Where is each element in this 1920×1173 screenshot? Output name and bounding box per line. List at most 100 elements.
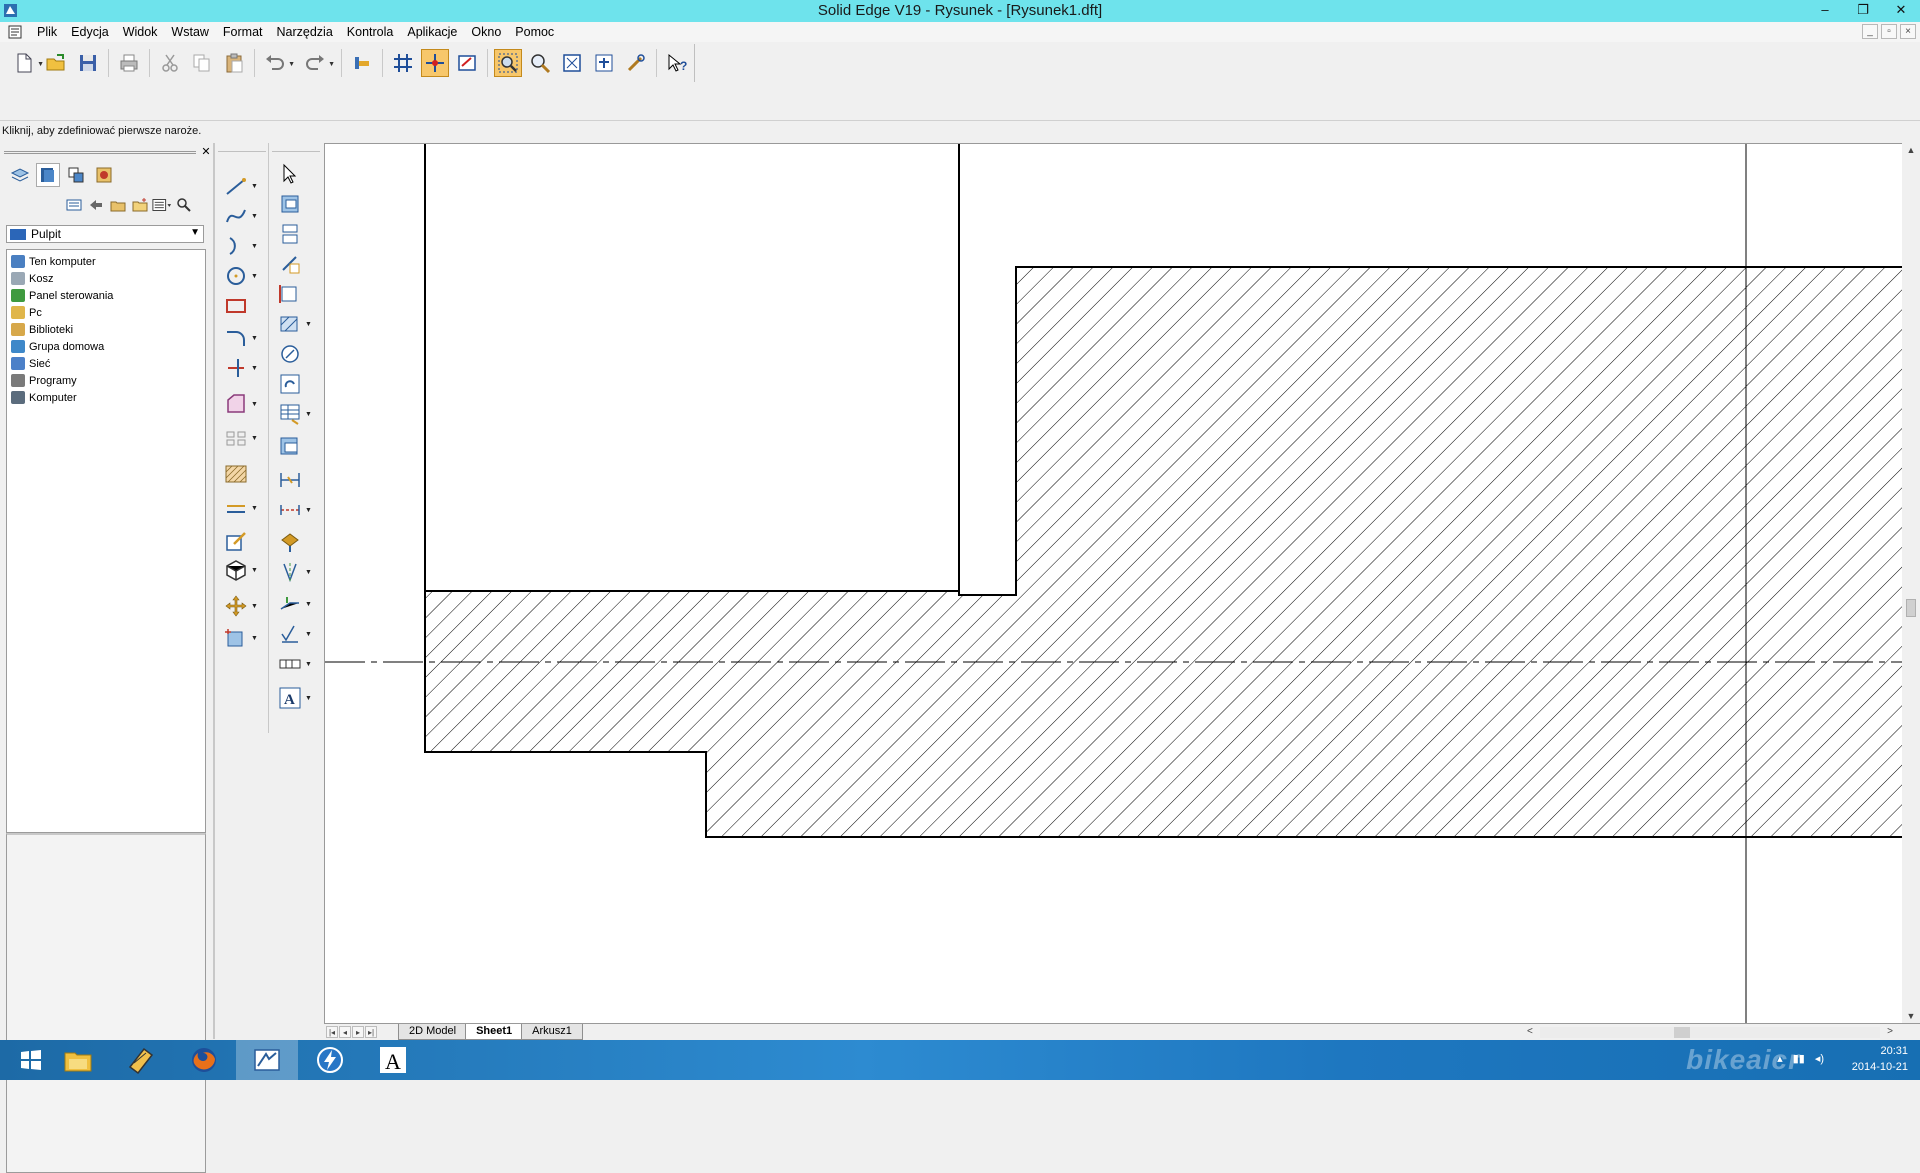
cut-button[interactable] [156,49,184,77]
callout-tool[interactable]: ▼ [278,591,318,617]
drawing-view-tool[interactable] [278,191,318,217]
menu-kontrola[interactable]: Kontrola [340,22,401,42]
paste-button[interactable] [220,49,248,77]
library-up-button[interactable] [108,195,128,215]
zoom-button[interactable] [526,49,554,77]
library-view-button[interactable] [64,195,84,215]
tree-item-ten-komputer[interactable]: Ten komputer [7,253,205,270]
save-button[interactable] [74,49,102,77]
doc-minimize-button[interactable]: _ [1862,24,1878,39]
library-path-select[interactable]: Pulpit ▼ [6,225,204,243]
document-icon[interactable] [8,25,22,39]
tab-sheet1[interactable]: Sheet1 [465,1024,524,1040]
taskbar-solid-edge[interactable] [236,1040,298,1080]
volume-tray-icon[interactable]: ◂) [1815,1052,1824,1065]
tab-blocks[interactable] [64,163,88,187]
copy-button[interactable] [188,49,216,77]
panel-close-button[interactable]: ✕ [200,146,212,158]
menu-okno[interactable]: Okno [464,22,508,42]
detail-view-tool[interactable] [278,341,318,367]
library-new-folder-button[interactable] [130,195,150,215]
tab-arkusz1[interactable]: Arkusz1 [521,1024,583,1040]
scroll-right-icon[interactable]: > [1887,1026,1893,1037]
fit-button[interactable] [558,49,586,77]
parts-list-tool[interactable]: ▼ [278,401,318,427]
section-view-tool[interactable] [278,281,318,307]
drawing-canvas[interactable] [324,143,1903,1024]
tree-item-programy[interactable]: Programy [7,372,205,389]
distance-dimension-tool[interactable]: ▼ [278,497,318,523]
trim-tool[interactable]: ▼ [224,355,264,381]
tree-item-siec[interactable]: Sieć [7,355,205,372]
open-button[interactable] [42,49,70,77]
vertical-scrollbar[interactable]: ▲ ▼ [1902,143,1920,1023]
help-button[interactable]: ? [663,49,691,77]
tree-item-panel-sterowania[interactable]: Panel sterowania [7,287,205,304]
menu-format[interactable]: Format [216,22,270,42]
text-tool[interactable]: A ▼ [278,685,318,711]
rectangle-tool[interactable] [224,293,264,319]
surface-texture-tool[interactable]: ▼ [278,621,318,647]
cutting-plane-tool[interactable]: ▼ [278,311,318,337]
doc-close-button[interactable]: × [1900,24,1916,39]
sheet-setup-button[interactable] [453,49,481,77]
smart-dimension-tool[interactable] [278,467,318,493]
view-wizard-tool[interactable] [278,433,318,459]
intellisketch-button[interactable] [421,49,449,77]
taskbar-sketch-app[interactable] [110,1040,172,1080]
signal-tray-icon[interactable]: ▮▮ [1793,1052,1805,1065]
horizontal-scrollbar[interactable]: < > [1524,1026,1896,1039]
pan-button[interactable] [590,49,618,77]
menu-widok[interactable]: Widok [116,22,165,42]
system-clock[interactable]: 20:31 2014-10-21 [1852,1043,1908,1075]
taskbar-file-explorer[interactable] [47,1040,109,1080]
restore-button[interactable]: ❐ [1844,0,1882,22]
tab-symbols[interactable] [92,163,116,187]
scroll-up-icon[interactable]: ▲ [1904,145,1918,155]
center-line-tool[interactable]: ▼ [278,559,318,585]
fill-tool[interactable] [224,461,264,487]
grid-button[interactable] [389,49,417,77]
scroll-down-icon[interactable]: ▼ [1904,1011,1918,1021]
menu-pomoc[interactable]: Pomoc [508,22,561,42]
tree-item-grupa-domowa[interactable]: Grupa domowa [7,338,205,355]
print-button[interactable] [115,49,143,77]
edit-tool[interactable] [224,529,264,555]
scroll-left-icon[interactable]: < [1527,1026,1533,1037]
retrieve-dimensions-tool[interactable] [278,529,318,555]
pattern-tool[interactable]: ▼ [224,425,264,451]
last-sheet-button[interactable]: ▸| [365,1026,377,1038]
taskbar-fonts[interactable]: A [362,1040,424,1080]
network-tray-icon[interactable]: ▴ [1777,1052,1783,1065]
taskbar-flash[interactable] [299,1040,361,1080]
3d-view-tool[interactable]: ▼ [224,557,264,583]
line-tool[interactable]: ▼ [224,173,264,199]
undo-button[interactable]: ▼ [261,49,295,77]
redo-button[interactable]: ▼ [301,49,335,77]
offset-tool[interactable]: ▼ [224,391,264,417]
menu-narzedzia[interactable]: Narzędzia [270,22,340,42]
library-search-button[interactable] [174,195,194,215]
minimize-button[interactable]: – [1806,0,1844,22]
tree-item-biblioteki[interactable]: Biblioteki [7,321,205,338]
tree-item-kosz[interactable]: Kosz [7,270,205,287]
panel-grip[interactable] [4,151,196,154]
menu-plik[interactable]: Plik [30,22,64,42]
first-sheet-button[interactable]: |◂ [326,1026,338,1038]
tab-library[interactable] [36,163,60,187]
zoom-area-button[interactable] [494,49,522,77]
tree-item-komputer[interactable]: Komputer [7,389,205,406]
tree-item-pc[interactable]: Pc [7,304,205,321]
library-views-button[interactable] [152,195,172,215]
auxiliary-view-tool[interactable] [278,251,318,277]
doc-restore-button[interactable]: ▫ [1881,24,1897,39]
circle-tool[interactable]: ▼ [224,263,264,289]
menu-wstaw[interactable]: Wstaw [164,22,216,42]
close-button[interactable]: ✕ [1882,0,1920,22]
principal-view-tool[interactable] [278,221,318,247]
select-tool[interactable] [278,161,318,187]
broken-view-tool[interactable] [278,371,318,397]
h-scroll-thumb[interactable] [1674,1027,1690,1038]
insert-tool[interactable]: ▼ [224,625,264,651]
library-back-button[interactable] [86,195,106,215]
